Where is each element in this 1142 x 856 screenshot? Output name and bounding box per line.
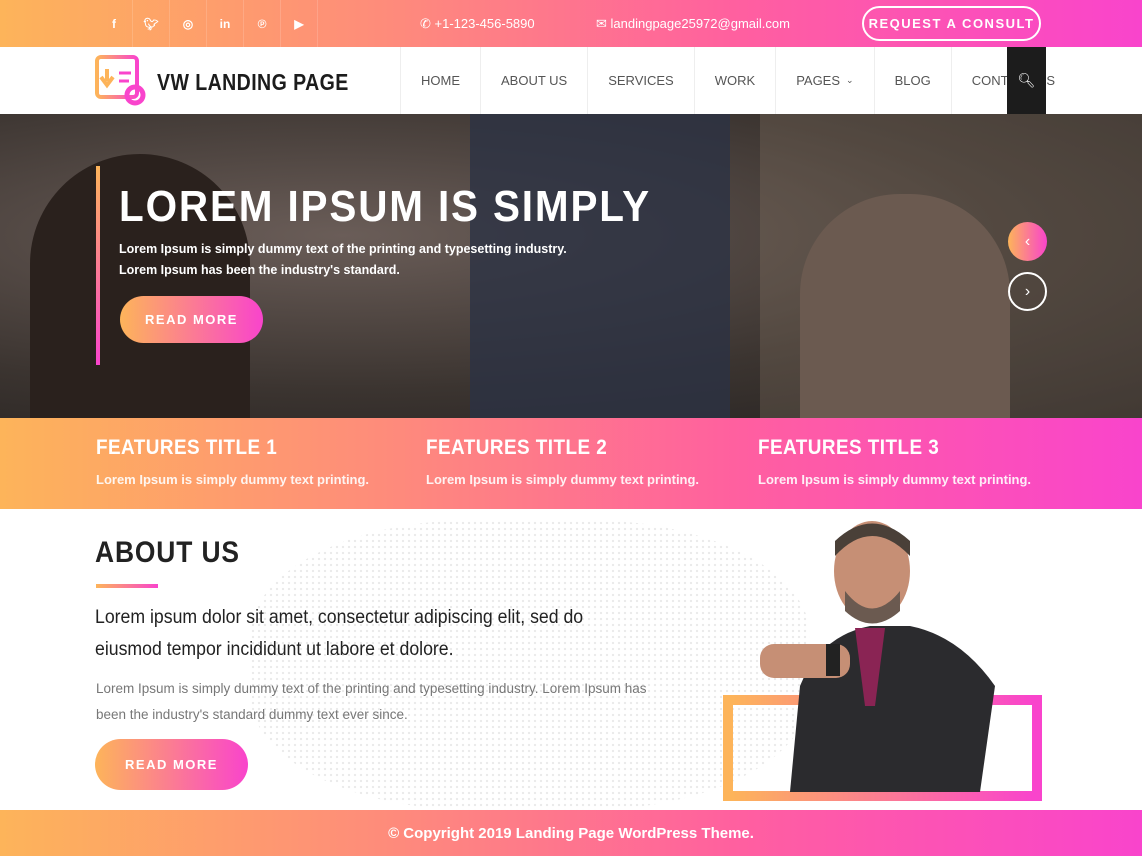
chevron-down-icon: ⌄ [846,75,854,85]
chevron-left-icon: ‹ [1024,232,1031,250]
youtube-icon[interactable]: ▶ [281,0,318,47]
envelope-icon: ✉ [596,16,611,31]
hero-text: Lorem Ipsum is simply dummy text of the … [119,239,567,281]
hero-line-2: Lorem Ipsum has been the industry's stan… [119,263,400,277]
linkedin-icon[interactable]: in [207,0,244,47]
facebook-icon[interactable]: f [96,0,133,47]
feature-text: Lorem Ipsum is simply dummy text printin… [758,472,1032,487]
features-strip: FEATURES TITLE 1 Lorem Ipsum is simply du… [0,418,1142,509]
copyright-text: © Copyright 2019 Landing Page WordPress … [388,824,754,842]
site-title[interactable]: VW LANDING PAGE [157,69,349,96]
hero-photo-person [800,194,1010,418]
about-lead: Lorem ipsum dolor sit amet, consectetur … [95,607,584,660]
top-bar: f 🐦︎ ◎ in ℗ ▶ ✆ +1-123-456-5890 ✉ landin… [0,0,1142,47]
chevron-right-icon: › [1024,282,1031,300]
hero-read-more-button[interactable]: READ MORE [120,296,263,343]
about-heading: ABOUT US [95,536,240,569]
social-links: f 🐦︎ ◎ in ℗ ▶ [96,0,318,47]
logo-icon[interactable] [95,55,147,107]
nav-pages[interactable]: PAGES ⌄ [775,47,873,114]
twitter-icon[interactable]: 🐦︎ [133,0,170,47]
main-nav: VW LANDING PAGE HOME ABOUT US SERVICES W… [0,47,1142,114]
email-address: landingpage25972@gmail.com [610,16,790,31]
about-text: Lorem Ipsum is simply dummy text of the … [96,681,647,722]
instagram-icon[interactable]: ◎ [170,0,207,47]
footer: © Copyright 2019 Landing Page WordPress … [0,810,1142,856]
hero-title: LOREM IPSUM IS SIMPLY [119,182,651,231]
nav-about-us[interactable]: ABOUT US [480,47,587,114]
hero-slider: LOREM IPSUM IS SIMPLY Lorem Ipsum is sim… [0,114,1142,418]
feature-title: FEATURES TITLE 2 [426,436,608,459]
hero-line-1: Lorem Ipsum is simply dummy text of the … [119,242,567,256]
phone-icon: ✆ [420,16,435,31]
menu: HOME ABOUT US SERVICES WORK PAGES ⌄ BLOG … [400,47,1075,114]
pinterest-icon[interactable]: ℗ [244,0,281,47]
phone-number: +1-123-456-5890 [434,16,535,31]
feature-2: FEATURES TITLE 2 Lorem Ipsum is simply du… [426,436,699,487]
nav-services[interactable]: SERVICES [587,47,694,114]
about-underline [96,584,158,588]
nav-home[interactable]: HOME [400,47,480,114]
email-contact: ✉ landingpage25972@gmail.com [596,16,790,32]
request-consult-button[interactable]: REQUEST A CONSULT [862,6,1041,41]
nav-pages-label: PAGES [796,73,841,88]
businessman-image [760,521,995,792]
feature-title: FEATURES TITLE 1 [96,436,278,459]
prev-slide-button[interactable]: ‹ [1008,222,1047,261]
phone-contact: ✆ +1-123-456-5890 [420,16,535,32]
search-button[interactable]: 🔍︎ [1007,47,1046,114]
nav-work[interactable]: WORK [693,47,775,114]
feature-1: FEATURES TITLE 1 Lorem Ipsum is simply du… [96,436,369,487]
hero-accent-bar [96,166,100,365]
feature-text: Lorem Ipsum is simply dummy text printin… [96,472,370,487]
next-slide-button[interactable]: › [1008,272,1047,311]
feature-3: FEATURES TITLE 3 Lorem Ipsum is simply du… [758,436,1031,487]
about-read-more-button[interactable]: READ MORE [95,739,248,790]
feature-text: Lorem Ipsum is simply dummy text printin… [426,472,700,487]
search-icon: 🔍︎ [1017,72,1036,88]
feature-title: FEATURES TITLE 3 [758,436,940,459]
nav-blog[interactable]: BLOG [873,47,951,114]
